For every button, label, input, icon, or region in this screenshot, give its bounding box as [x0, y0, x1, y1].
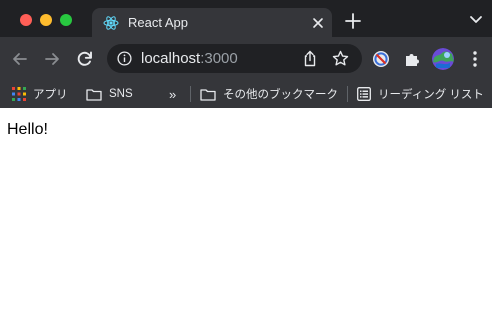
back-arrow-icon[interactable]: [10, 49, 30, 69]
apps-grid-icon: [12, 87, 26, 101]
bookmark-apps-label: アプリ: [33, 89, 68, 101]
bookmark-folder-sns[interactable]: SNS: [86, 80, 133, 108]
info-icon[interactable]: [117, 51, 132, 66]
reading-list-label: リーディング リスト: [378, 89, 484, 101]
tab-search-chevron-icon[interactable]: [469, 14, 483, 26]
minimize-window-button[interactable]: [40, 14, 52, 26]
bookmarks-separator: [347, 86, 348, 102]
profile-avatar-image: [432, 48, 454, 70]
folder-icon: [86, 88, 102, 101]
bookmarks-separator: [190, 86, 191, 102]
address-bar[interactable]: localhost:3000: [107, 44, 362, 73]
close-tab-icon[interactable]: [310, 15, 326, 31]
extensions-puzzle-icon[interactable]: [403, 50, 421, 68]
block-extension-icon[interactable]: [372, 50, 390, 68]
tab-react-app[interactable]: React App: [92, 8, 332, 37]
share-icon[interactable]: [302, 50, 318, 67]
tab-strip: React App: [0, 0, 492, 37]
more-menu-icon[interactable]: [465, 49, 485, 69]
react-icon: [103, 16, 119, 30]
profile-avatar[interactable]: [432, 48, 454, 70]
reading-list-button[interactable]: リーディング リスト: [357, 80, 484, 108]
forward-arrow-icon[interactable]: [42, 49, 62, 69]
url-text[interactable]: localhost:3000: [141, 50, 238, 67]
tab-title: React App: [128, 15, 188, 30]
folder-icon: [200, 88, 216, 101]
url-port: :3000: [200, 50, 238, 67]
star-icon[interactable]: [332, 50, 349, 67]
reload-icon[interactable]: [75, 49, 95, 69]
bookmark-sns-label: SNS: [109, 88, 133, 100]
page-content: Hello!: [0, 108, 492, 327]
new-tab-plus-icon[interactable]: [344, 12, 362, 30]
bookmark-other-label: その他のブックマーク: [223, 89, 338, 101]
close-window-button[interactable]: [20, 14, 32, 26]
browser-toolbar: localhost:3000: [0, 37, 492, 80]
maximize-window-button[interactable]: [60, 14, 72, 26]
bookmark-apps[interactable]: アプリ: [12, 80, 68, 108]
bookmarks-overflow-chevron[interactable]: »: [169, 80, 176, 108]
bookmark-folder-other[interactable]: その他のブックマーク: [200, 80, 338, 108]
overflow-chevron-icon: »: [169, 86, 177, 102]
url-host: localhost: [141, 50, 201, 67]
page-hello-text: Hello!: [7, 121, 48, 138]
bookmarks-bar: アプリ SNS » その他のブックマーク リーディング リスト: [0, 80, 492, 108]
reading-list-icon: [357, 87, 371, 101]
